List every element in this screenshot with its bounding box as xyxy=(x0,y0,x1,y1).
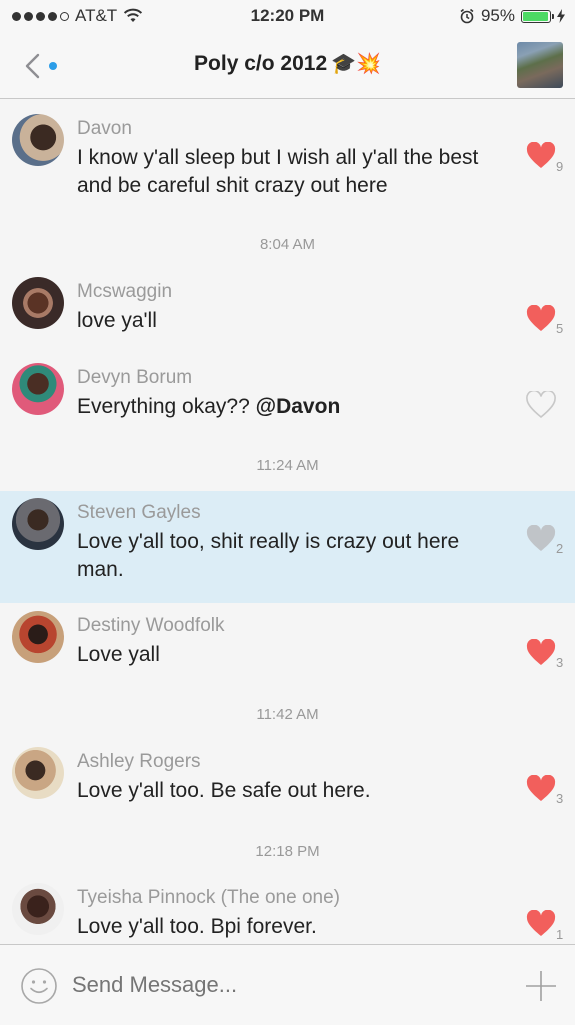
message-composer xyxy=(0,944,575,1025)
status-bar: AT&T 12:20 PM 95% xyxy=(0,0,575,34)
message-item: Tyeisha Pinnock (The one one) Love y'all… xyxy=(0,877,575,944)
message-sender: Mcswaggin xyxy=(77,281,173,302)
message-item: Devyn Borum Everything okay?? @Davon xyxy=(0,355,575,441)
message-text: I know y'all sleep but I wish all y'all … xyxy=(77,146,479,197)
heart-icon[interactable] xyxy=(526,391,556,419)
timestamp: 12:18 PM xyxy=(255,843,320,860)
like-count: 3 xyxy=(556,791,564,806)
message-sender: Destiny Woodfolk xyxy=(77,615,225,636)
message-sender: Davon xyxy=(77,118,132,139)
like-count: 1 xyxy=(556,927,564,942)
message-text: Everything okay?? @Davon xyxy=(77,393,507,421)
nav-bar: Poly c/o 2012 🎓💥 xyxy=(0,34,575,99)
emoji-smiley-icon[interactable] xyxy=(20,967,58,1005)
avatar[interactable] xyxy=(12,277,64,329)
heart-icon[interactable] xyxy=(526,305,556,333)
status-right: 95% xyxy=(459,6,565,26)
chat-title-text: Poly c/o 2012 xyxy=(194,52,328,75)
message-sender: Ashley Rogers xyxy=(77,751,201,772)
message-sender: Tyeisha Pinnock (The one one) xyxy=(77,887,340,908)
like-count: 2 xyxy=(556,541,564,556)
message-sender: Steven Gayles xyxy=(77,502,201,523)
group-avatar[interactable] xyxy=(517,42,563,88)
timestamp: 11:42 AM xyxy=(256,706,319,723)
message-input[interactable] xyxy=(70,971,474,999)
message-text: Love yall xyxy=(77,643,160,666)
avatar[interactable] xyxy=(12,363,64,415)
message-item: Mcswaggin love ya'll 5 xyxy=(0,269,575,353)
heart-icon[interactable] xyxy=(526,910,556,938)
avatar[interactable] xyxy=(12,747,64,799)
avatar[interactable] xyxy=(12,883,64,935)
avatar[interactable] xyxy=(12,498,64,550)
like-count: 9 xyxy=(556,159,564,174)
charging-icon xyxy=(557,9,565,23)
message-text-body: Everything okay?? xyxy=(77,395,256,418)
heart-icon[interactable] xyxy=(526,525,556,553)
heart-icon[interactable] xyxy=(526,775,556,803)
battery-percent: 95% xyxy=(480,6,515,25)
message-text: love ya'll xyxy=(77,309,157,332)
battery-icon xyxy=(521,9,554,23)
heart-icon[interactable] xyxy=(526,639,556,667)
message-item: Destiny Woodfolk Love yall 3 xyxy=(0,605,575,693)
like-count: 3 xyxy=(556,655,564,670)
message-sender: Devyn Borum xyxy=(77,367,193,388)
battery-fill xyxy=(523,11,548,21)
timestamp: 11:24 AM xyxy=(256,457,319,474)
message-item: Steven Gayles Love y'all too, shit reall… xyxy=(0,491,575,603)
message-text: Love y'all too. Bpi forever. xyxy=(77,915,317,938)
message-list[interactable]: Davon I know y'all sleep but I wish all … xyxy=(0,99,575,944)
plus-icon[interactable] xyxy=(524,969,558,1003)
alarm-icon xyxy=(460,8,474,24)
timestamp: 8:04 AM xyxy=(259,236,316,253)
message-text: Love y'all too, shit really is crazy out… xyxy=(77,530,460,581)
message-item: Davon I know y'all sleep but I wish all … xyxy=(0,99,575,229)
avatar[interactable] xyxy=(12,114,64,166)
message-item: Ashley Rogers Love y'all too. Be safe ou… xyxy=(0,741,575,829)
heart-icon[interactable] xyxy=(526,142,556,170)
mention-link[interactable]: @Davon xyxy=(256,395,341,418)
chat-title[interactable]: Poly c/o 2012 🎓💥 xyxy=(0,51,575,76)
like-count: 5 xyxy=(556,321,564,336)
avatar[interactable] xyxy=(12,611,64,663)
message-text: Love y'all too. Be safe out here. xyxy=(77,779,371,802)
chat-title-emoji: 🎓💥 xyxy=(331,53,381,75)
